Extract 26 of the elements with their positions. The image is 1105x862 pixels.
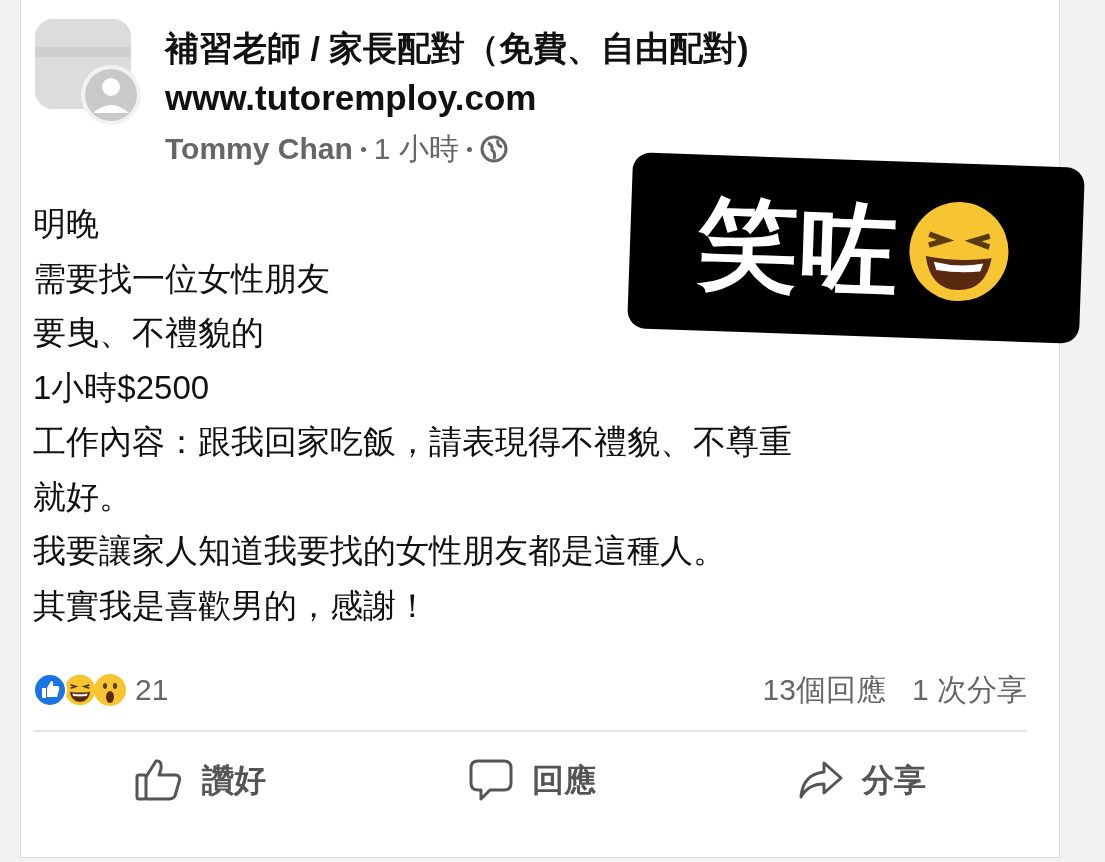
post-text-line: 明晚 bbox=[33, 204, 99, 244]
like-button[interactable]: 讚好 bbox=[124, 750, 276, 810]
share-arrow-icon bbox=[798, 760, 844, 800]
group-name[interactable]: 補習老師 / 家長配對（免費、自由配對) bbox=[165, 23, 749, 73]
author-name[interactable]: Tommy Chan bbox=[165, 123, 353, 175]
speech-bubble-icon bbox=[468, 757, 514, 803]
post-text-line: 1小時$2500 bbox=[33, 367, 210, 408]
share-button[interactable]: 分享 bbox=[788, 750, 936, 810]
reaction-count[interactable]: 21 bbox=[135, 667, 169, 712]
post-text-line: 需要找一位女性朋友 bbox=[33, 258, 330, 299]
globe-icon bbox=[479, 135, 508, 163]
post-text-line: 工作內容：跟我回家吃飯，請表現得不禮貌、不尊重 bbox=[33, 422, 792, 462]
post-text-line: 我要讓家人知道我要找的女性朋友都是這種人。 bbox=[33, 531, 726, 571]
post-text-line: 就好。 bbox=[33, 476, 132, 517]
post-text-line: 其實我是喜歡男的，感謝！ bbox=[33, 585, 429, 626]
wow-reaction-icon bbox=[93, 672, 127, 707]
share-count[interactable]: 1 次分享 bbox=[911, 667, 1027, 712]
comment-count[interactable]: 13個回應 bbox=[762, 667, 886, 712]
post-time[interactable]: 1 小時 bbox=[373, 123, 459, 175]
like-reaction-icon bbox=[33, 672, 67, 707]
thumbs-up-icon bbox=[134, 757, 184, 803]
post-text-line: 要曳、不禮貌的 bbox=[33, 313, 264, 353]
sticker-text: 笑咗 bbox=[696, 192, 900, 300]
laughing-reaction-icon bbox=[63, 672, 97, 707]
comment-button[interactable]: 回應 bbox=[458, 750, 606, 810]
group-url[interactable]: www.tutoremploy.com bbox=[165, 73, 749, 123]
